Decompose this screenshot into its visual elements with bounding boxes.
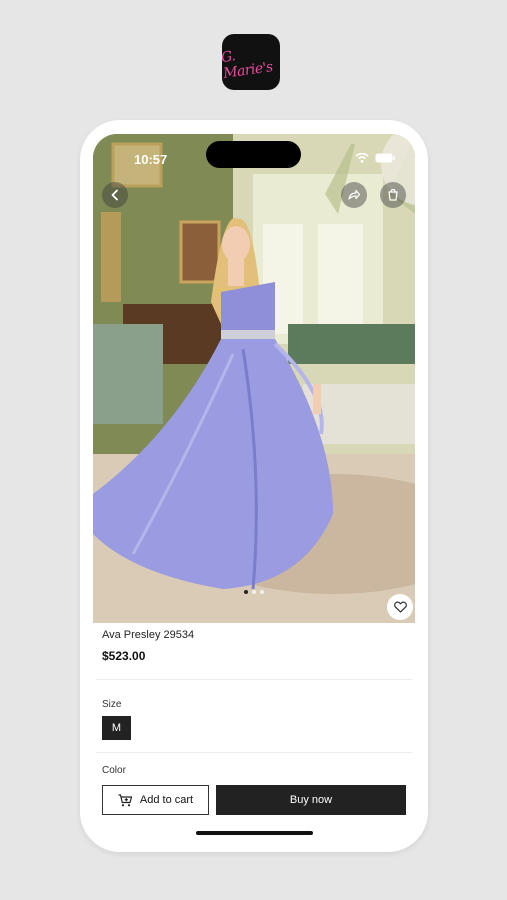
size-option-m[interactable]: M	[102, 716, 131, 740]
cart-button[interactable]	[380, 182, 406, 208]
size-label: Size	[102, 699, 122, 710]
add-to-cart-button[interactable]: Add to cart	[102, 785, 209, 815]
battery-icon	[375, 153, 395, 163]
pager-dot-2[interactable]	[252, 590, 256, 594]
buy-now-button[interactable]: Buy now	[216, 785, 406, 815]
cart-icon	[388, 188, 398, 201]
product-price: $523.00	[102, 649, 146, 663]
product-name: Ava Presley 29534	[102, 629, 195, 641]
pager-dot-3[interactable]	[260, 590, 264, 594]
divider	[96, 679, 412, 680]
phone-frame: 10:57 Ava Presley 29534 $523.00 Size M C…	[80, 120, 428, 852]
cart-plus-icon	[118, 793, 132, 806]
pager-dot-1[interactable]	[244, 590, 248, 594]
add-to-cart-label: Add to cart	[139, 794, 194, 806]
product-image[interactable]: 10:57	[93, 134, 415, 623]
chevron-left-icon	[111, 189, 118, 201]
favorite-button[interactable]	[387, 594, 413, 620]
app-icon: G. Marie's	[222, 34, 280, 90]
app-logo: G. Marie's	[222, 48, 274, 82]
image-pager[interactable]	[80, 590, 428, 594]
back-button[interactable]	[102, 182, 128, 208]
status-time: 10:57	[134, 152, 168, 167]
status-icons	[355, 153, 395, 163]
buy-now-label: Buy now	[289, 794, 333, 806]
heart-icon	[393, 601, 407, 613]
wifi-icon	[355, 153, 369, 163]
share-icon	[348, 189, 361, 200]
home-indicator[interactable]	[196, 831, 313, 835]
color-label: Color	[102, 765, 126, 776]
dynamic-island	[206, 141, 301, 168]
share-button[interactable]	[341, 182, 367, 208]
product-photo	[93, 134, 415, 623]
divider	[96, 752, 412, 753]
